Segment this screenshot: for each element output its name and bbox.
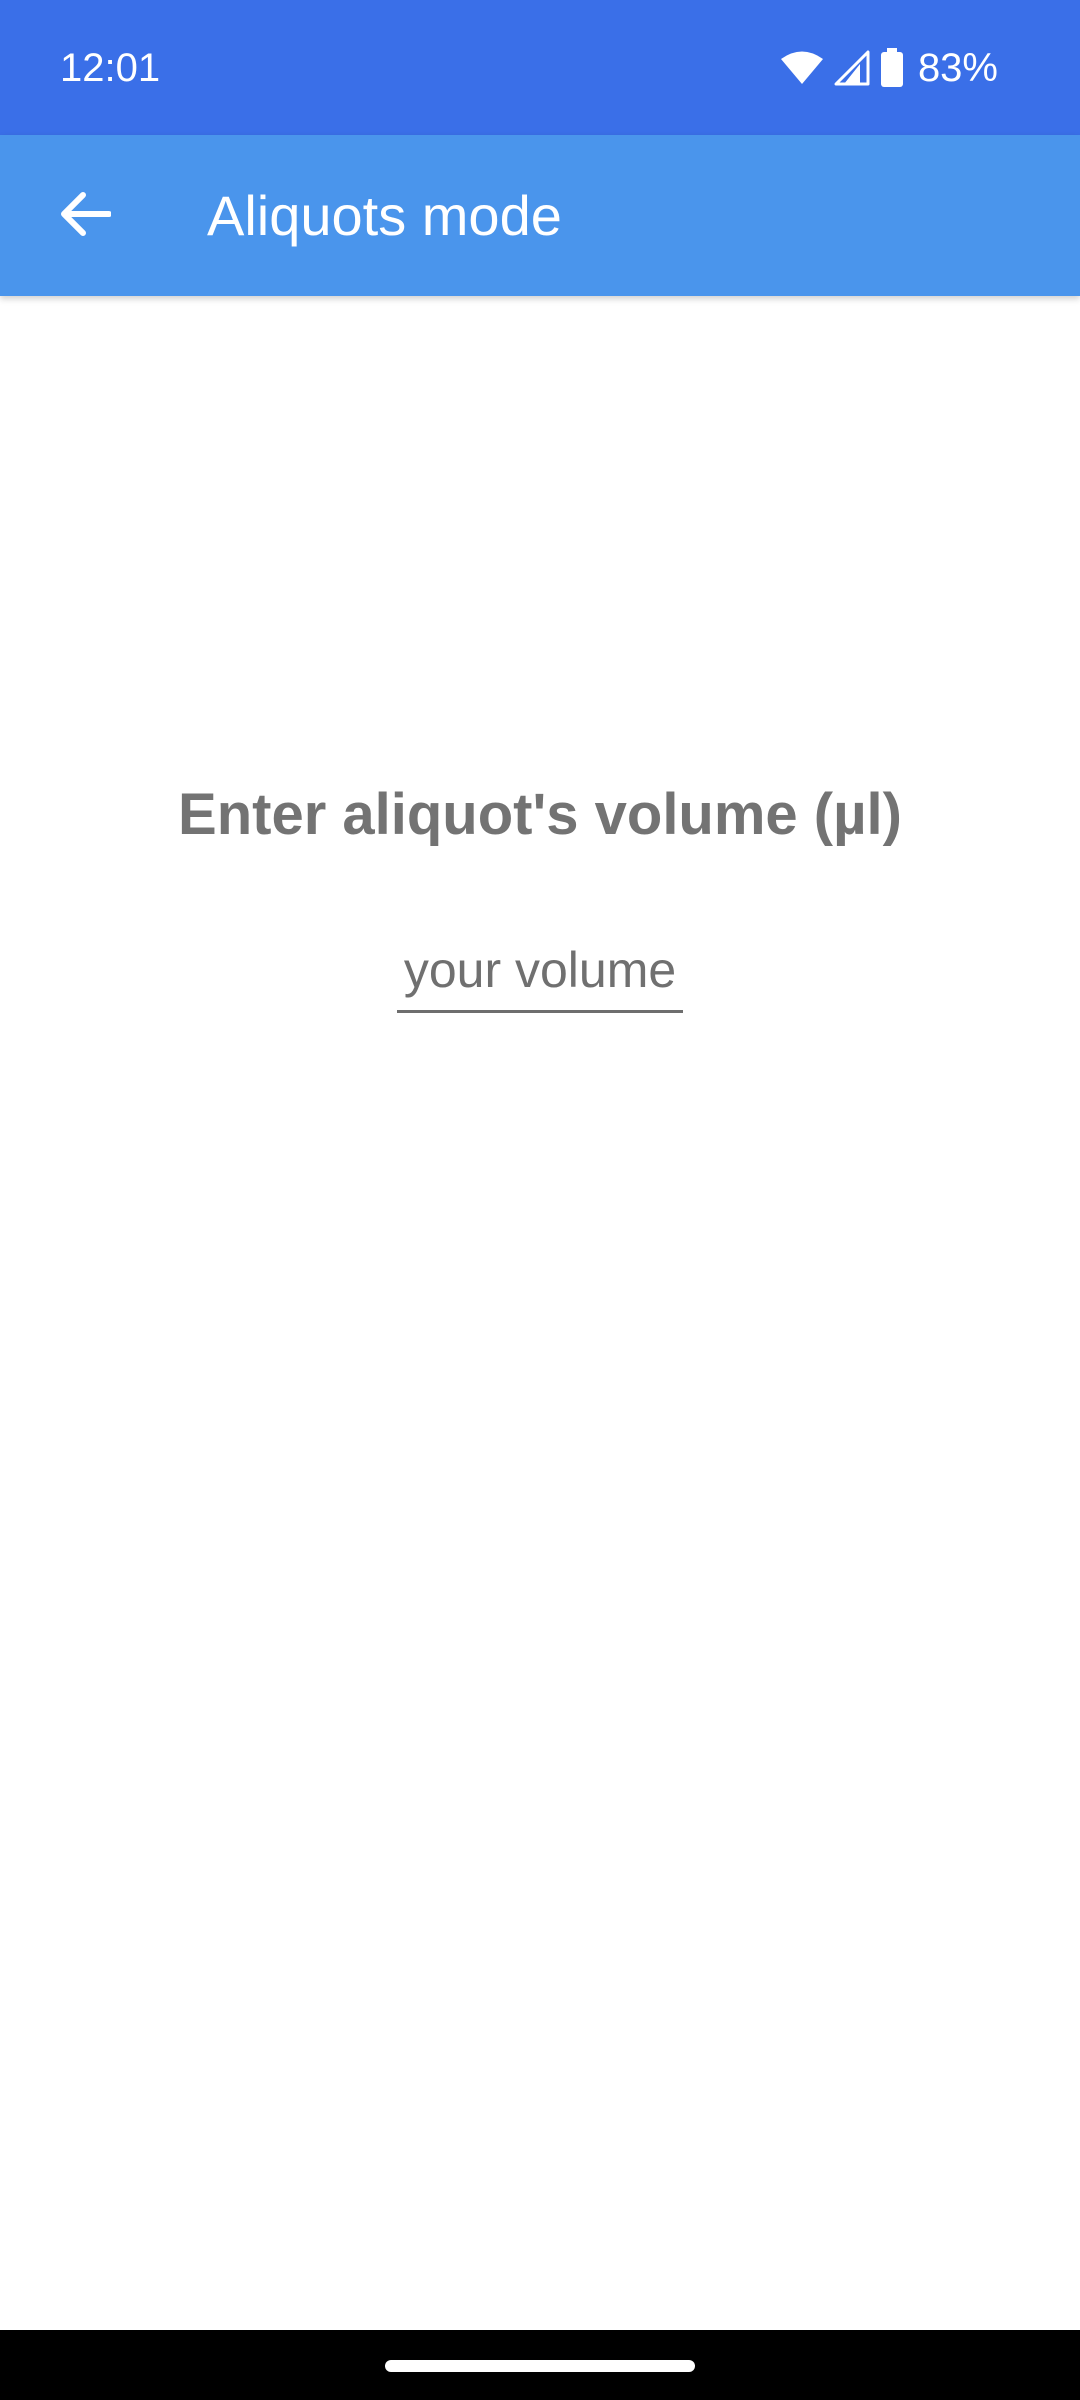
page-title: Aliquots mode — [207, 184, 562, 247]
status-bar: 12:01 83% — [0, 0, 1080, 135]
back-button[interactable] — [40, 171, 130, 261]
arrow-back-icon — [59, 191, 112, 241]
volume-prompt-label: Enter aliquot's volume (µl) — [178, 782, 902, 847]
status-icons: 83% — [780, 42, 998, 94]
status-time: 12:01 — [60, 46, 161, 90]
cell-signal-icon — [834, 50, 870, 86]
volume-input[interactable] — [397, 930, 683, 1013]
battery-percent: 83% — [917, 46, 998, 90]
navigation-bar — [0, 2330, 1080, 2400]
wifi-icon — [780, 50, 824, 86]
battery-icon — [880, 48, 904, 88]
home-indicator[interactable] — [385, 2360, 695, 2372]
app-bar: Aliquots mode — [0, 135, 1080, 296]
screen: 12:01 83% Aliquots mode Enter aliquot's … — [0, 0, 1080, 2400]
